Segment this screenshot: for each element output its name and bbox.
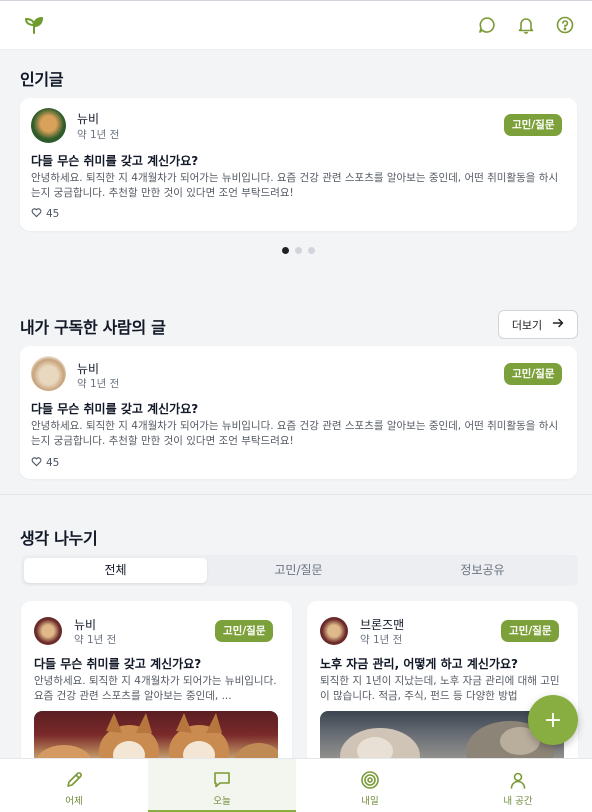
nav-label: 오늘 [213, 796, 231, 807]
more-button-label: 더보기 [511, 318, 543, 332]
avatar [34, 617, 62, 645]
post-title: 다들 무슨 취미를 갖고 계신가요? [31, 154, 199, 168]
message-icon [212, 770, 232, 794]
like-count[interactable]: 45 [31, 456, 59, 470]
pencil-icon [64, 770, 84, 794]
section-title-popular: 인기글 [20, 70, 64, 89]
tab-questions[interactable]: 고민/질문 [207, 558, 390, 583]
person-icon [508, 770, 528, 794]
post-body: 안녕하세요. 퇴직한 지 4개월차가 되어가는 뉴비입니다. 요즘 건강 관련 … [31, 420, 559, 447]
feed-card[interactable]: 뉴비 약 1년 전 고민/질문 다들 무슨 취미를 갖고 계신가요? 안녕하세요… [21, 601, 292, 771]
nav-item-my-space[interactable]: 내 공간 [444, 759, 592, 812]
plus-icon: + [543, 707, 563, 733]
tab-all[interactable]: 전체 [24, 558, 207, 583]
section-title-subscribed: 내가 구독한 사람의 글 [20, 318, 166, 337]
top-app-bar [0, 0, 592, 50]
post-author: 뉴비 [77, 112, 100, 126]
bell-icon[interactable] [517, 16, 535, 38]
nav-item-tomorrow[interactable]: 내일 [296, 759, 444, 812]
nav-item-yesterday[interactable]: 어제 [0, 759, 148, 812]
post-body: 퇴직한 지 1년이 지났는데, 노후 자금 관리에 대해 고민이 많습니다. 적… [320, 675, 560, 702]
tab-info[interactable]: 정보공유 [390, 558, 575, 583]
nav-item-today[interactable]: 오늘 [148, 759, 296, 812]
more-button[interactable]: 더보기 [498, 310, 578, 339]
carousel-dot[interactable] [308, 247, 315, 254]
feed-card[interactable]: 브론즈맨 약 1년 전 고민/질문 노후 자금 관리, 어떻게 하고 계신가요?… [307, 601, 578, 771]
help-icon[interactable] [556, 16, 574, 38]
carousel-dot[interactable] [282, 247, 289, 254]
category-badge: 고민/질문 [215, 620, 274, 642]
category-badge: 고민/질문 [504, 114, 563, 136]
post-author: 뉴비 [74, 618, 97, 632]
post-author: 브론즈맨 [360, 618, 405, 632]
like-count[interactable]: 45 [31, 207, 59, 221]
chat-icon[interactable] [478, 16, 496, 38]
post-time: 약 1년 전 [360, 634, 403, 646]
section-title-share: 생각 나누기 [20, 529, 98, 548]
target-icon [360, 770, 380, 794]
category-badge: 고민/질문 [501, 620, 560, 642]
avatar [31, 356, 66, 391]
section-divider [0, 494, 592, 495]
category-badge: 고민/질문 [504, 363, 563, 385]
post-time: 약 1년 전 [77, 378, 120, 390]
subscribed-post-card[interactable]: 뉴비 약 1년 전 고민/질문 다들 무슨 취미를 갖고 계신가요? 안녕하세요… [20, 346, 577, 479]
carousel-indicator [282, 247, 315, 254]
like-count-value: 45 [46, 457, 60, 469]
heart-icon [31, 207, 42, 221]
like-count-value: 45 [46, 208, 60, 220]
popular-post-card[interactable]: 뉴비 약 1년 전 고민/질문 다들 무슨 취미를 갖고 계신가요? 안녕하세요… [20, 98, 577, 231]
post-body: 안녕하세요. 퇴직한 지 4개월차가 되어가는 뉴비입니다. 요즘 건강 관련 … [34, 675, 277, 702]
carousel-dot[interactable] [295, 247, 302, 254]
category-tabs: 전체 고민/질문 정보공유 [21, 555, 578, 586]
bottom-navigation: 어제 오늘 내일 내 공간 [0, 758, 592, 812]
post-time: 약 1년 전 [74, 634, 117, 646]
nav-label: 내일 [361, 796, 379, 807]
post-author: 뉴비 [77, 362, 100, 376]
avatar [320, 617, 348, 645]
heart-icon [31, 456, 42, 470]
post-title: 다들 무슨 취미를 갖고 계신가요? [34, 657, 202, 671]
post-body: 안녕하세요. 퇴직한 지 4개월차가 되어가는 뉴비입니다. 요즘 건강 관련 … [31, 172, 559, 199]
post-title: 다들 무슨 취미를 갖고 계신가요? [31, 402, 199, 416]
post-title: 노후 자금 관리, 어떻게 하고 계신가요? [320, 657, 519, 671]
sprout-icon[interactable] [24, 15, 44, 39]
nav-label: 내 공간 [503, 796, 533, 807]
nav-label: 어제 [65, 796, 83, 807]
post-time: 약 1년 전 [77, 129, 120, 141]
create-post-button[interactable]: + [528, 695, 578, 745]
arrow-right-icon [552, 317, 564, 332]
avatar [31, 108, 66, 143]
